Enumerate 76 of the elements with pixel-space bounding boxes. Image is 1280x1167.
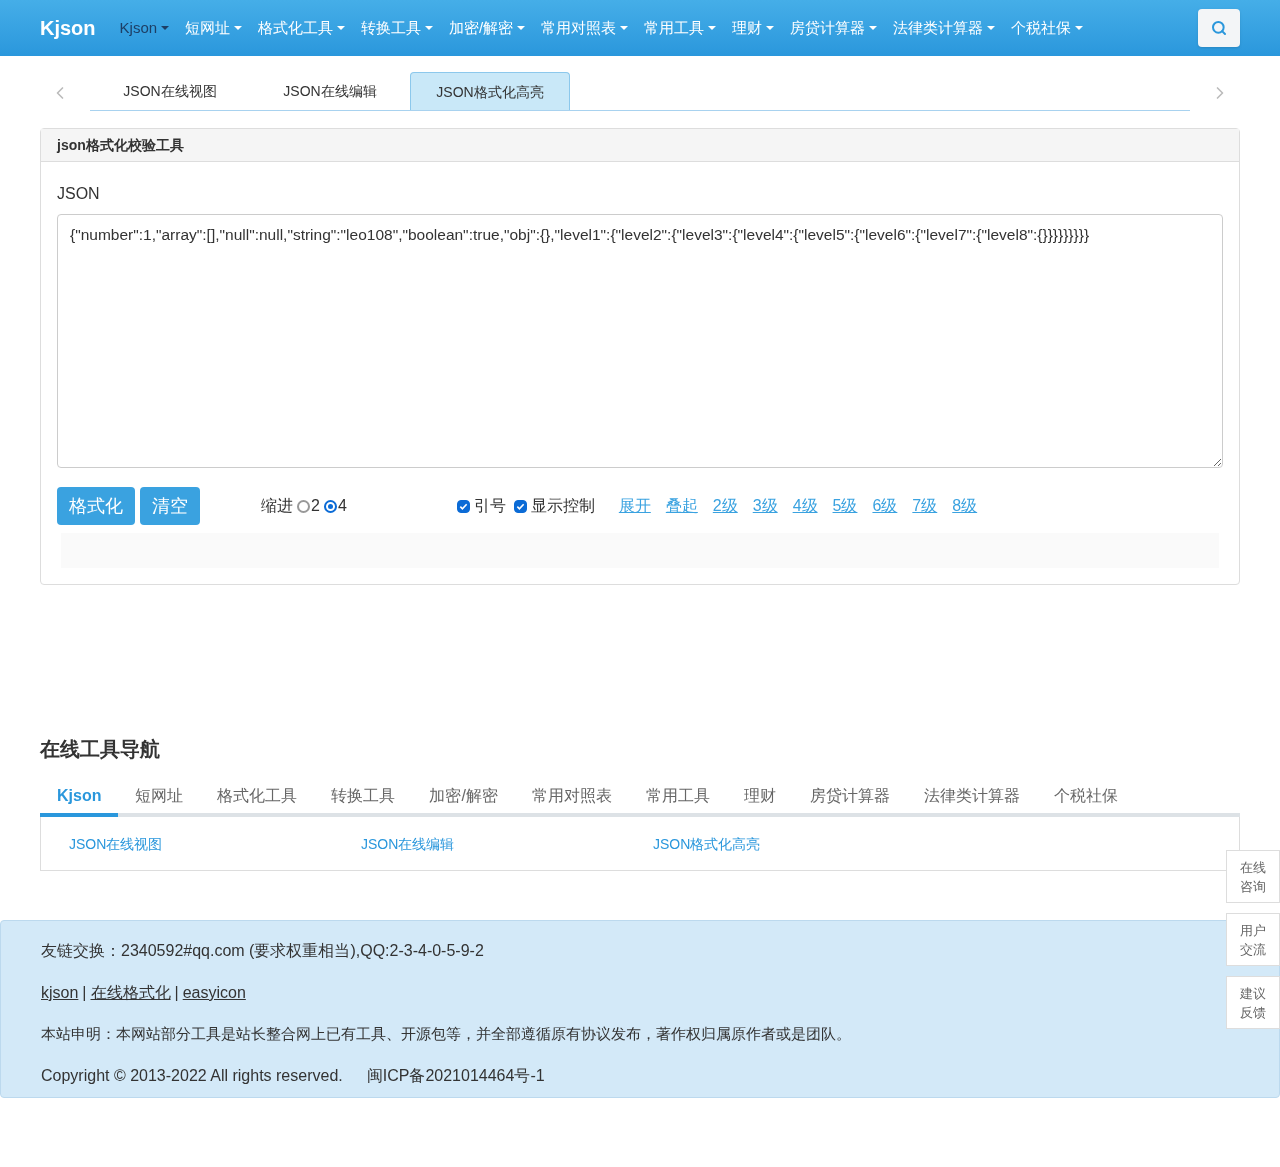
tool-nav-tab[interactable]: 理财 bbox=[726, 779, 793, 813]
nav-menu-item[interactable]: 理财 bbox=[732, 16, 775, 40]
search-icon bbox=[1211, 20, 1227, 36]
tool-nav-tab[interactable]: Kjson bbox=[40, 779, 119, 817]
tool-nav-tab[interactable]: 格式化工具 bbox=[200, 779, 315, 813]
level-link[interactable]: 叠起 bbox=[665, 494, 698, 518]
json-input-field[interactable]: {"number":1,"array":[],"null":null,"string":"leo108","boolean":true,"obj":{},"level1":{"level2":{"level3":{"level4":{"level5":{"level6":{"level7":{"level8":{}}}}}}}}} bbox=[57, 214, 1223, 468]
nav-menu-item[interactable]: 常用对照表 bbox=[541, 16, 629, 40]
level-link[interactable]: 5级 bbox=[832, 494, 858, 518]
tool-link[interactable]: JSON在线视图 bbox=[69, 833, 361, 854]
separator-text: | bbox=[82, 983, 87, 1003]
tool-nav-tab[interactable]: 加密/解密 bbox=[412, 779, 515, 813]
brand-logo[interactable]: Kjson bbox=[40, 14, 96, 42]
nav-menu-item[interactable]: 格式化工具 bbox=[258, 16, 346, 40]
tool-nav-tab[interactable]: 法律类计算器 bbox=[906, 779, 1037, 813]
nav-menu-item[interactable]: 个税社保 bbox=[1011, 16, 1084, 40]
page-tab[interactable]: JSON在线编辑 bbox=[250, 72, 410, 110]
field-label: JSON bbox=[57, 184, 101, 204]
caret-icon bbox=[766, 26, 775, 30]
tool-nav-tab[interactable]: 房贷计算器 bbox=[792, 779, 907, 813]
copyright-text: Copyright © 2013-2022 All rights reserved. bbox=[41, 1065, 343, 1086]
nav-menu-item[interactable]: 常用工具 bbox=[644, 16, 717, 40]
level-link[interactable]: 8级 bbox=[952, 494, 978, 518]
check-icon bbox=[458, 501, 468, 511]
caret-icon bbox=[708, 26, 717, 30]
level-link[interactable]: 展开 bbox=[618, 494, 651, 518]
level-link[interactable]: 3级 bbox=[752, 494, 778, 518]
caret-icon bbox=[620, 26, 629, 30]
level-link[interactable]: 2级 bbox=[712, 494, 738, 518]
separator-text: | bbox=[174, 983, 179, 1003]
page-tab[interactable]: JSON在线视图 bbox=[90, 72, 250, 110]
nav-menu-item[interactable]: 法律类计算器 bbox=[893, 16, 996, 40]
statement-text: 本站申明：本网站部分工具是站长整合网上已有工具、开源包等，并全部遵循原有协议发布，著作权归属原作者或是团队。 bbox=[41, 1024, 852, 1044]
nav-menu-item[interactable]: 转换工具 bbox=[361, 16, 434, 40]
nav-menu-item[interactable]: Kjson bbox=[119, 16, 170, 40]
caret-icon bbox=[425, 26, 434, 30]
tool-link[interactable]: JSON在线编辑 bbox=[361, 833, 653, 854]
tool-nav-tab[interactable]: 短网址 bbox=[118, 779, 201, 813]
check-icon bbox=[515, 501, 525, 511]
caret-icon bbox=[987, 26, 996, 30]
tool-nav-tab[interactable]: 个税社保 bbox=[1036, 779, 1135, 813]
nav-menu-item[interactable]: 短网址 bbox=[185, 16, 243, 40]
tool-nav-tab[interactable]: 常用工具 bbox=[628, 779, 727, 813]
indent-radio[interactable]: 2 bbox=[297, 494, 320, 518]
tool-nav-tab[interactable]: 常用对照表 bbox=[514, 779, 629, 813]
caret-icon bbox=[869, 26, 878, 30]
section-title: 在线工具导航 bbox=[40, 737, 161, 762]
tool-nav-tab[interactable]: 转换工具 bbox=[314, 779, 413, 813]
indent-label: 缩进 bbox=[261, 496, 293, 516]
level-link[interactable]: 6级 bbox=[872, 494, 898, 518]
caret-icon bbox=[517, 26, 526, 30]
footer-link[interactable]: easyicon bbox=[182, 981, 246, 1005]
link-exchange-text: 友链交换：2340592#qq.com (要求权重相当),QQ:2-3-4-0-5-9-2 bbox=[41, 941, 485, 961]
tool-link[interactable]: JSON格式化高亮 bbox=[653, 833, 945, 854]
nav-menu-item[interactable]: 加密/解密 bbox=[449, 16, 526, 40]
page-tab[interactable]: JSON格式化高亮 bbox=[410, 72, 570, 110]
level-link[interactable]: 7级 bbox=[912, 494, 938, 518]
level-link[interactable]: 4级 bbox=[792, 494, 818, 518]
option-checkbox[interactable]: 显示控制 bbox=[513, 494, 595, 518]
search-button[interactable] bbox=[1198, 9, 1240, 47]
action-button[interactable]: 格式化 bbox=[57, 487, 135, 525]
caret-icon bbox=[337, 26, 346, 30]
caret-icon bbox=[161, 26, 170, 30]
icp-text: 闽ICP备2021014464号-1 bbox=[366, 1065, 545, 1086]
footer-link[interactable]: kjson bbox=[41, 981, 79, 1005]
action-button[interactable]: 清空 bbox=[140, 487, 200, 525]
caret-icon bbox=[1075, 26, 1084, 30]
nav-menu-item[interactable]: 房贷计算器 bbox=[790, 16, 878, 40]
side-float-button[interactable]: 建议反馈 bbox=[1226, 976, 1280, 1029]
footer-link[interactable]: 在线格式化 bbox=[90, 981, 171, 1005]
side-float-button[interactable]: 用户交流 bbox=[1226, 913, 1280, 966]
panel-title: json格式化校验工具 bbox=[41, 129, 1239, 162]
side-float-button[interactable]: 在线咨询 bbox=[1226, 850, 1280, 903]
caret-icon bbox=[234, 26, 243, 30]
option-checkbox[interactable]: 引号 bbox=[456, 494, 506, 518]
indent-radio[interactable]: 4 bbox=[323, 494, 347, 518]
